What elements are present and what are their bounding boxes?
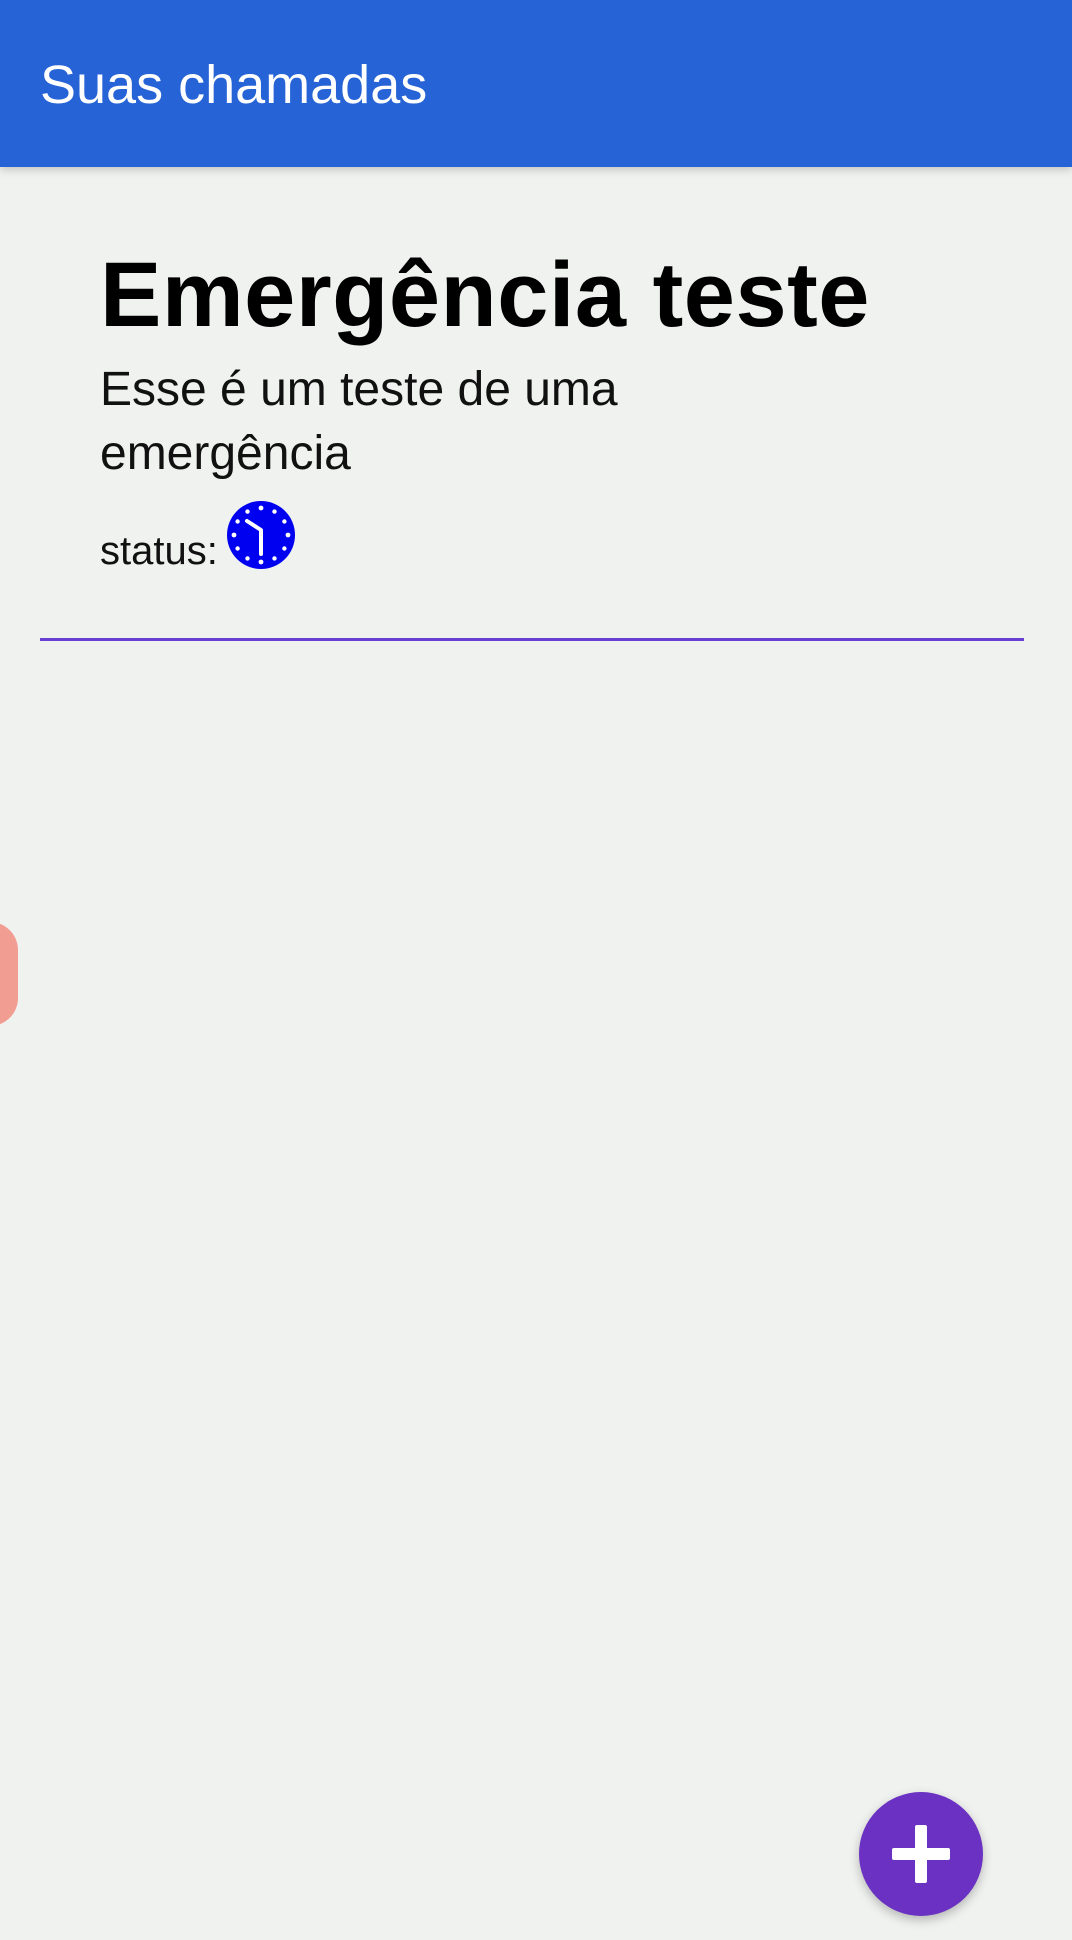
status-row: status: bbox=[100, 501, 296, 576]
app-bar: Suas chamadas bbox=[0, 0, 1072, 167]
clock-icon bbox=[226, 501, 295, 569]
call-description: Esse é um teste de uma emergência bbox=[100, 363, 618, 480]
status-label: status: bbox=[100, 529, 218, 573]
list-divider bbox=[40, 638, 1024, 641]
add-call-button[interactable] bbox=[859, 1792, 983, 1916]
call-title: Emergência teste bbox=[100, 244, 870, 346]
edge-touch-indicator bbox=[0, 922, 18, 1026]
plus-icon bbox=[892, 1825, 950, 1883]
call-item[interactable]: Emergência teste Esse é um teste de uma … bbox=[100, 240, 1000, 573]
app-title: Suas chamadas bbox=[40, 55, 428, 115]
